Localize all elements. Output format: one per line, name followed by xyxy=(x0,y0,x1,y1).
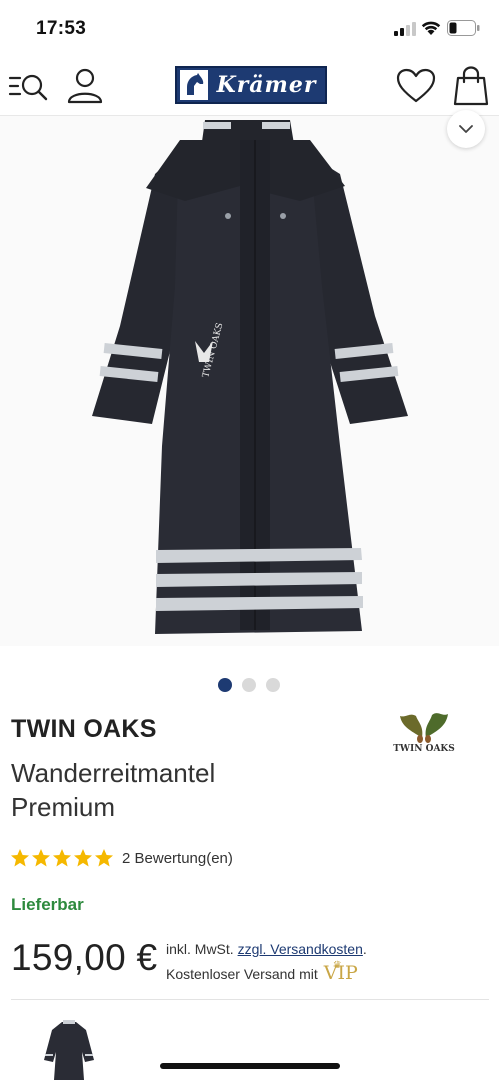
tax-info: inkl. MwSt. zzgl. Versandkosten. Kostenl… xyxy=(166,937,496,986)
product-name: Wanderreitmantel Premium xyxy=(11,758,216,822)
pagination-dot-2[interactable] xyxy=(242,678,256,692)
signal-icon xyxy=(394,22,416,36)
shopping-bag-icon[interactable] xyxy=(451,65,491,107)
heart-icon[interactable] xyxy=(395,67,437,105)
wifi-icon xyxy=(421,21,441,35)
section-divider xyxy=(11,999,489,1000)
shipping-costs-link[interactable]: zzgl. Versandkosten xyxy=(238,941,363,957)
battery-icon xyxy=(447,20,480,36)
kraemer-logo[interactable]: Krämer xyxy=(175,66,327,104)
brand-logo[interactable]: TWIN OAKS xyxy=(392,708,456,758)
free-shipping-text: Kostenloser Versand mit xyxy=(166,966,318,982)
rating-stars xyxy=(10,848,114,868)
raincoat-image: TWIN OAKS xyxy=(92,120,408,634)
crown-icon: ♛ xyxy=(332,960,342,971)
logo-text: Krämer xyxy=(216,72,317,98)
tax-line: inkl. MwSt. zzgl. Versandkosten. xyxy=(166,937,496,961)
star-icon xyxy=(53,849,71,867)
gallery-pagination xyxy=(218,678,280,692)
vip-badge[interactable]: ♛ VIP xyxy=(324,960,358,984)
account-icon[interactable] xyxy=(64,66,106,106)
brand-logo-text: TWIN OAKS xyxy=(393,744,455,754)
oak-leaves-icon xyxy=(400,713,448,743)
product-brand[interactable]: TWIN OAKS xyxy=(11,715,157,744)
star-icon xyxy=(11,849,29,867)
product-rating[interactable]: 2 Bewertung(en) xyxy=(10,848,233,868)
rating-count[interactable]: 2 Bewertung(en) xyxy=(122,850,233,867)
star-icon xyxy=(32,849,50,867)
product-price: 159,00 € xyxy=(11,937,158,978)
availability-status: Lieferbar xyxy=(11,895,84,914)
site-header: Krämer xyxy=(0,58,499,116)
raincoat-thumbnail-image xyxy=(44,1020,94,1080)
star-icon xyxy=(95,849,113,867)
status-bar: 17:53 xyxy=(0,0,499,58)
collapse-button[interactable] xyxy=(447,110,485,148)
menu-search-icon[interactable] xyxy=(8,69,50,103)
tax-prefix: inkl. MwSt. xyxy=(166,941,238,957)
home-indicator[interactable] xyxy=(160,1063,340,1069)
chevron-down-icon xyxy=(459,125,473,133)
tax-suffix: . xyxy=(362,941,367,957)
product-thumbnail[interactable] xyxy=(38,1014,100,1080)
status-time: 17:53 xyxy=(36,18,87,39)
star-icon xyxy=(74,849,92,867)
pagination-dot-3[interactable] xyxy=(266,678,280,692)
horse-head-icon xyxy=(180,70,208,100)
product-image[interactable]: TWIN OAKS xyxy=(0,110,499,646)
free-shipping-line: Kostenloser Versand mit ♛ VIP xyxy=(166,960,496,986)
pagination-dot-1[interactable] xyxy=(218,678,232,692)
